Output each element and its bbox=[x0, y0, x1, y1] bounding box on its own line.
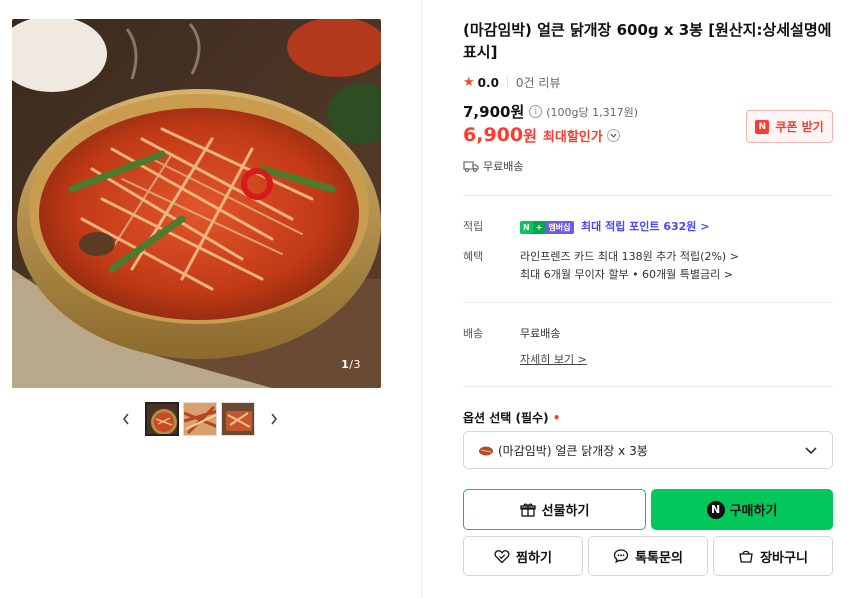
installment-benefit-link[interactable]: 최대 6개월 무이자 할부 • 60개월 특별금리 > bbox=[520, 266, 739, 284]
option-thumbnail-icon bbox=[479, 446, 493, 456]
shipping-label: 무료배송 bbox=[483, 160, 524, 173]
buy-label: 구매하기 bbox=[729, 504, 778, 519]
option-select[interactable]: (마감임박) 얼큰 닭개장 x 3봉 bbox=[463, 431, 833, 469]
points-value-wrap[interactable]: N + 멤버십 최대 적립 포인트 632원 > bbox=[520, 218, 709, 234]
thumbnail-next-arrow[interactable] bbox=[266, 409, 282, 429]
original-price-row: 7,900원 i (100g당 1,317원) bbox=[463, 101, 638, 122]
sale-label: 최대할인가 bbox=[542, 129, 603, 145]
option-title-label: 옵션 선택 (필수) bbox=[463, 411, 549, 425]
product-page: 1/3 (마감임박) 얼큰 닭개장 600g x 3봉 [원산지:상세설명에 표… bbox=[0, 0, 850, 598]
divider bbox=[506, 77, 508, 88]
option-title: 옵션 선택 (필수) • bbox=[463, 409, 560, 426]
info-icon[interactable]: i bbox=[529, 105, 543, 118]
rating-score: 0.0 bbox=[477, 75, 499, 90]
benefits-values: 라인프렌즈 카드 최대 138원 추가 적립(2%) > 최대 6개월 무이자 … bbox=[520, 248, 739, 284]
chevron-right-icon bbox=[271, 413, 278, 425]
chevron-down-icon bbox=[805, 447, 817, 455]
chevron-left-icon bbox=[122, 413, 129, 425]
heart-icon bbox=[494, 549, 510, 563]
sale-price-row: 6,900 원 최대할인가 bbox=[463, 124, 620, 146]
section-divider bbox=[463, 195, 833, 196]
sale-currency: 원 bbox=[523, 126, 537, 145]
star-icon: ★ bbox=[463, 75, 475, 90]
talktalk-label: 톡톡문의 bbox=[635, 550, 683, 566]
wishlist-button[interactable]: 찜하기 bbox=[463, 536, 583, 576]
thumbnail-3[interactable] bbox=[221, 402, 255, 436]
thumbnail-1[interactable] bbox=[145, 402, 179, 436]
naver-n-icon: N bbox=[755, 119, 770, 134]
stew-image bbox=[12, 19, 381, 388]
thumbnail-image bbox=[184, 403, 216, 435]
points-value: 최대 적립 포인트 632원 > bbox=[581, 220, 710, 233]
delivery-value: 무료배송 bbox=[520, 327, 561, 340]
delivery-detail-link[interactable]: 자세히 보기 > bbox=[520, 351, 587, 367]
product-title: (마감임박) 얼큰 닭개장 600g x 3봉 [원산지:상세설명에 표시] bbox=[463, 21, 832, 61]
gift-icon bbox=[519, 502, 536, 517]
coupon-label: 쿠폰 받기 bbox=[775, 120, 824, 134]
thumbnail-image bbox=[222, 403, 254, 435]
buy-button[interactable]: N 구매하기 bbox=[651, 489, 833, 530]
gift-label: 선물하기 bbox=[541, 504, 590, 519]
card-benefit-link[interactable]: 라인프렌즈 카드 최대 138원 추가 적립(2%) > bbox=[520, 248, 739, 266]
cart-button[interactable]: 장바구니 bbox=[713, 536, 833, 576]
image-counter: 1/3 bbox=[341, 358, 361, 371]
original-price: 7,900원 bbox=[463, 103, 525, 121]
main-product-image[interactable]: 1/3 bbox=[12, 19, 381, 388]
thumbnail-prev-arrow[interactable] bbox=[118, 409, 134, 429]
shopping-bag-icon bbox=[739, 550, 753, 563]
required-mark: • bbox=[552, 411, 561, 425]
option-selected-value: (마감임박) 얼큰 닭개장 x 3봉 bbox=[498, 443, 648, 458]
section-divider bbox=[463, 386, 833, 387]
gift-button[interactable]: 선물하기 bbox=[463, 489, 646, 530]
section-divider bbox=[463, 302, 833, 303]
thumbnail-strip bbox=[0, 402, 400, 436]
points-key: 적립 bbox=[463, 220, 484, 233]
chat-bubble-icon bbox=[613, 549, 629, 564]
thumbnail-2[interactable] bbox=[183, 402, 217, 436]
chevron-down-icon[interactable] bbox=[606, 128, 620, 142]
benefits-key: 혜택 bbox=[463, 250, 484, 263]
delivery-key: 배송 bbox=[463, 327, 484, 340]
naver-pay-icon: N bbox=[706, 500, 725, 519]
coupon-button[interactable]: N 쿠폰 받기 bbox=[746, 110, 833, 143]
cart-label: 장바구니 bbox=[760, 550, 808, 566]
review-count[interactable]: 0건 리뷰 bbox=[516, 74, 561, 91]
unit-price: (100g당 1,317원) bbox=[546, 105, 639, 119]
wishlist-label: 찜하기 bbox=[516, 550, 552, 566]
sale-price: 6,900 bbox=[463, 124, 524, 146]
talktalk-button[interactable]: 톡톡문의 bbox=[588, 536, 708, 576]
rating-summary[interactable]: ★ 0.0 0건 리뷰 bbox=[463, 74, 561, 91]
shipping-summary: 무료배송 bbox=[463, 158, 523, 174]
truck-icon bbox=[463, 161, 479, 172]
thumbnail-image bbox=[147, 404, 177, 434]
naver-plus-membership-badge: N + 멤버십 bbox=[520, 221, 574, 234]
gallery-panel: 1/3 bbox=[0, 0, 422, 598]
